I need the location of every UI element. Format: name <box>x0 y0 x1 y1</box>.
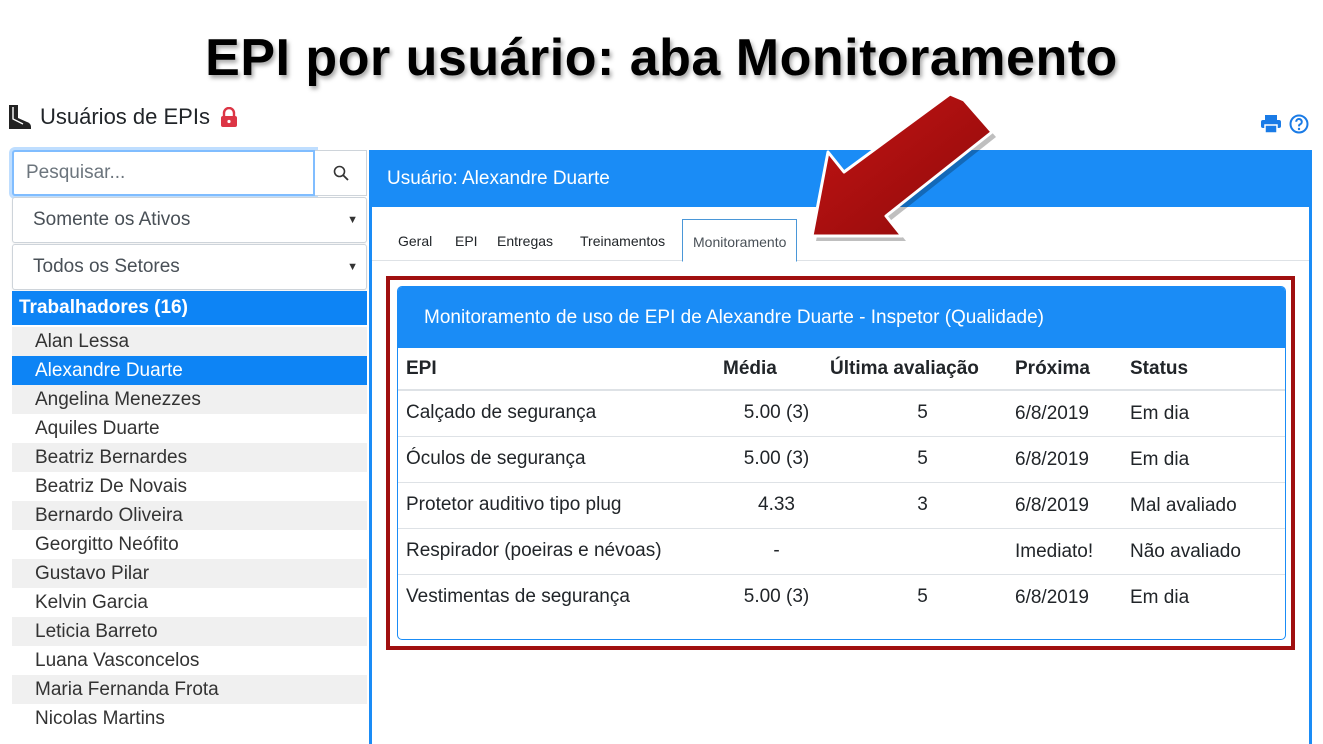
arrow-icon <box>810 92 996 241</box>
table-row: Vestimentas de segurança 5.00 (3) 5 6/8/… <box>398 574 1285 620</box>
chevron-down-icon: ▼ <box>347 214 358 226</box>
proxima-cell: 6/8/2019 <box>1015 436 1130 483</box>
app-header: Usuários de EPIs <box>6 102 238 132</box>
ultima-cell <box>830 528 1015 575</box>
table-row: Óculos de segurança 5.00 (3) 5 6/8/2019 … <box>398 436 1285 483</box>
proxima-cell: 6/8/2019 <box>1015 390 1130 437</box>
column-header-proxima: Próxima <box>1015 348 1130 391</box>
status-cell: Em dia <box>1130 436 1285 483</box>
status-cell: Em dia <box>1130 390 1285 437</box>
search-icon <box>333 165 349 181</box>
list-item[interactable]: Aquiles Duarte <box>12 414 367 443</box>
workers-list-header: Trabalhadores (16) <box>12 291 367 325</box>
list-item[interactable]: Maria Fernanda Frota <box>12 675 367 704</box>
column-header-media: Média <box>723 348 830 391</box>
ultima-cell: 3 <box>830 482 1015 529</box>
tab-entregas[interactable]: Entregas <box>492 233 558 249</box>
lock-icon <box>220 107 237 127</box>
list-item[interactable]: Gustavo Pilar <box>12 559 367 588</box>
proxima-cell: Imediato! <box>1015 528 1130 575</box>
search-input[interactable] <box>12 150 315 196</box>
sector-filter-select[interactable]: Todos os Setores ▼ <box>12 244 367 290</box>
list-item-selected[interactable]: Alexandre Duarte <box>12 356 367 385</box>
epi-link[interactable]: Protetor auditivo tipo plug <box>398 482 723 529</box>
list-item[interactable]: Beatriz Bernardes <box>12 443 367 472</box>
media-cell: 5.00 (3) <box>723 436 830 483</box>
status-filter-select[interactable]: Somente os Ativos ▼ <box>12 197 367 243</box>
tab-monitoramento[interactable]: Monitoramento <box>682 219 798 262</box>
proxima-cell: 6/8/2019 <box>1015 482 1130 529</box>
toolbar-icons <box>1261 114 1309 134</box>
panel-title: Usuário: Alexandre Duarte <box>387 168 610 189</box>
sector-filter-value: Todos os Setores <box>33 256 180 277</box>
list-item[interactable]: Angelina Menezzes <box>12 385 367 414</box>
column-header-status: Status <box>1130 348 1285 391</box>
status-cell: Não avaliado <box>1130 528 1285 575</box>
status-cell: Em dia <box>1130 586 1190 608</box>
list-item[interactable]: Luana Vasconcelos <box>12 646 367 675</box>
column-header-epi: EPI <box>398 348 723 391</box>
chevron-down-icon: ▼ <box>347 261 358 273</box>
list-item[interactable]: Bernardo Oliveira <box>12 501 367 530</box>
column-header-ultima: Última avaliação <box>830 348 1015 391</box>
workers-list: Alan Lessa Alexandre Duarte Angelina Men… <box>12 327 367 733</box>
monitoring-table: EPI Média Última avaliação Próxima Statu… <box>398 348 1285 620</box>
card-title: Monitoramento de uso de EPI de Alexandre… <box>398 287 1285 348</box>
boot-icon <box>9 105 31 129</box>
tab-geral[interactable]: Geral <box>393 233 437 249</box>
epi-link[interactable]: Óculos de segurança <box>398 436 723 483</box>
ultima-cell: 5 <box>917 586 928 608</box>
epi-link[interactable]: Vestimentas de segurança <box>398 574 723 620</box>
epi-name: Respirador (poeiras e névoas) <box>398 528 723 575</box>
list-item[interactable]: Nicolas Martins <box>12 704 367 733</box>
table-header-row: EPI Média Última avaliação Próxima Statu… <box>398 348 1285 391</box>
tab-epi[interactable]: EPI <box>450 233 483 249</box>
ultima-cell: 5 <box>830 436 1015 483</box>
tab-treinamentos[interactable]: Treinamentos <box>575 233 670 249</box>
media-cell: 4.33 <box>723 482 830 529</box>
list-item[interactable]: Beatriz De Novais <box>12 472 367 501</box>
sidebar: Somente os Ativos ▼ Todos os Setores ▼ T… <box>12 150 367 744</box>
media-cell: 5.00 (3) <box>743 586 810 608</box>
list-item[interactable]: Georgitto Neófito <box>12 530 367 559</box>
table-row: Calçado de segurança 5.00 (3) 5 6/8/2019… <box>398 390 1285 437</box>
table-row: Respirador (poeiras e névoas) - Imediato… <box>398 528 1285 575</box>
monitoring-card: Monitoramento de uso de EPI de Alexandre… <box>397 286 1286 640</box>
list-item[interactable]: Alan Lessa <box>12 327 367 356</box>
table-row: Protetor auditivo tipo plug 4.33 3 6/8/2… <box>398 482 1285 529</box>
app-title: Usuários de EPIs <box>40 104 210 129</box>
ultima-cell: 5 <box>830 390 1015 437</box>
media-cell: - <box>723 528 830 575</box>
status-filter-value: Somente os Ativos <box>33 209 191 230</box>
proxima-cell: 6/8/2019 <box>1015 586 1089 608</box>
epi-link[interactable]: Calçado de segurança <box>398 390 723 437</box>
search-button[interactable] <box>315 150 367 196</box>
list-item[interactable]: Leticia Barreto <box>12 617 367 646</box>
print-icon[interactable] <box>1261 115 1281 133</box>
search-bar <box>12 150 367 196</box>
help-icon[interactable] <box>1289 114 1309 134</box>
list-item[interactable]: Kelvin Garcia <box>12 588 367 617</box>
status-cell: Mal avaliado <box>1130 482 1285 529</box>
media-cell: 5.00 (3) <box>723 390 830 437</box>
slide-title: EPI por usuário: aba Monitoramento <box>205 29 1118 87</box>
